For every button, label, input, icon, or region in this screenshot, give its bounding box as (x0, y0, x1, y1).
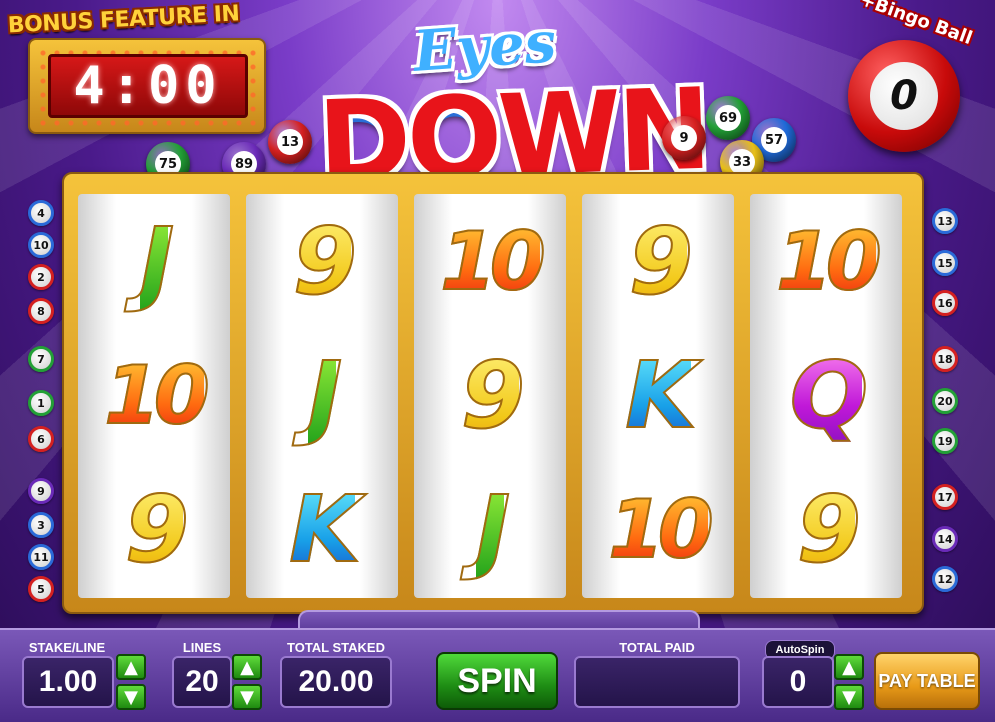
reel-symbol-text: 10 (439, 214, 546, 309)
lines-up-button[interactable]: ▲ (232, 654, 262, 680)
total-paid-label: TOTAL PAID (619, 640, 695, 655)
reel-symbol: J (246, 328, 398, 462)
right-payline-16[interactable]: 16 (932, 290, 958, 316)
reel-2: 9 JK (246, 194, 398, 598)
right-payline-12[interactable]: 12 (932, 566, 958, 592)
reel-symbol: 10 (78, 328, 230, 462)
left-payline-7[interactable]: 7 (28, 346, 54, 372)
bingo-ball-counter: 0 (848, 40, 960, 152)
reel-symbol-text: 9 (628, 207, 694, 316)
reel-symbol: J (414, 462, 566, 596)
bingo-ball-count: 0 (870, 62, 938, 130)
reel-symbol: 9 (78, 462, 230, 596)
total-staked-label: TOTAL STAKED (287, 640, 385, 655)
reel-symbol-text: 9 (460, 341, 526, 450)
reel-symbol: 10 (582, 462, 734, 596)
reel-4: 9 K 10 (582, 194, 734, 598)
autospin-down-button[interactable]: ▼ (834, 684, 864, 710)
reel-symbol-text: 10 (775, 214, 882, 309)
reel-symbol-text: 9 (124, 475, 190, 584)
right-payline-20[interactable]: 20 (932, 388, 958, 414)
drawn-left-bingo-ball: 13 (268, 120, 312, 164)
reel-symbol: 10 (750, 194, 902, 328)
left-payline-5[interactable]: 5 (28, 576, 54, 602)
lines-down-button[interactable]: ▼ (232, 684, 262, 710)
pay-table-button[interactable]: PAY TABLE (874, 652, 980, 710)
bingo-ball-number: 57 (761, 127, 787, 153)
reel-symbol-text: J (139, 207, 175, 316)
reel-symbol: 10 (414, 194, 566, 328)
reel-symbol: Q (750, 328, 902, 462)
bingo-ball-number: 9 (671, 125, 697, 151)
right-payline-18[interactable]: 18 (932, 346, 958, 372)
reel-symbol: 9 (750, 462, 902, 596)
left-payline-9[interactable]: 9 (28, 478, 54, 504)
reel-symbol: 9 (246, 194, 398, 328)
drawn-right-bingo-ball: 9 (662, 116, 706, 160)
bingo-ball-number: 13 (277, 129, 303, 155)
spin-button[interactable]: SPIN (436, 652, 558, 710)
lines-value: 20 (172, 656, 232, 708)
left-payline-11[interactable]: 11 (28, 544, 54, 570)
stake-up-button[interactable]: ▲ (116, 654, 146, 680)
autospin-value: 0 (762, 656, 834, 708)
reel-symbol: 9 (414, 328, 566, 462)
left-payline-3[interactable]: 3 (28, 512, 54, 538)
lines-label: LINES (182, 640, 222, 655)
reel-symbol: 9 (582, 194, 734, 328)
left-payline-2[interactable]: 2 (28, 264, 54, 290)
reel-symbol-text: K (288, 475, 361, 584)
stake-down-button[interactable]: ▼ (116, 684, 146, 710)
reel-symbol: J (78, 194, 230, 328)
left-payline-8[interactable]: 8 (28, 298, 54, 324)
total-staked-value: 20.00 (280, 656, 392, 708)
reel-symbol-text: K (624, 341, 697, 450)
left-payline-1[interactable]: 1 (28, 390, 54, 416)
reel-symbol-text: J (475, 475, 511, 584)
reel-symbol-text: 9 (796, 475, 862, 584)
reel-symbol-text: 9 (292, 207, 358, 316)
stake-line-value: 1.00 (22, 656, 114, 708)
left-payline-10[interactable]: 10 (28, 232, 54, 258)
right-payline-15[interactable]: 15 (932, 250, 958, 276)
right-payline-17[interactable]: 17 (932, 484, 958, 510)
autospin-up-button[interactable]: ▲ (834, 654, 864, 680)
left-payline-6[interactable]: 6 (28, 426, 54, 452)
bonus-timer-frame: 4:00 (28, 38, 266, 134)
reel-3: 10 9 J (414, 194, 566, 598)
drawn-right-bingo-ball: 69 (706, 96, 750, 140)
reel-5: 10 Q 9 (750, 194, 902, 598)
bonus-timer: 4:00 (48, 54, 248, 118)
left-payline-4[interactable]: 4 (28, 200, 54, 226)
reel-symbol: K (582, 328, 734, 462)
reel-symbol-text: J (307, 341, 343, 450)
right-payline-19[interactable]: 19 (932, 428, 958, 454)
stake-line-label: STAKE/LINE (28, 640, 106, 655)
reel-symbol: K (246, 462, 398, 596)
right-payline-13[interactable]: 13 (932, 208, 958, 234)
reel-symbol-text: 10 (103, 348, 210, 443)
reel-symbol-text: Q (789, 341, 869, 450)
reel-area: J 10 9 9 J K 10 9 J 9 K 10 10 Q 9 (62, 172, 924, 614)
total-paid-value (574, 656, 740, 708)
reel-1: J 10 9 (78, 194, 230, 598)
right-payline-14[interactable]: 14 (932, 526, 958, 552)
bingo-ball-number: 69 (715, 105, 741, 131)
reel-symbol-text: 10 (607, 482, 714, 577)
